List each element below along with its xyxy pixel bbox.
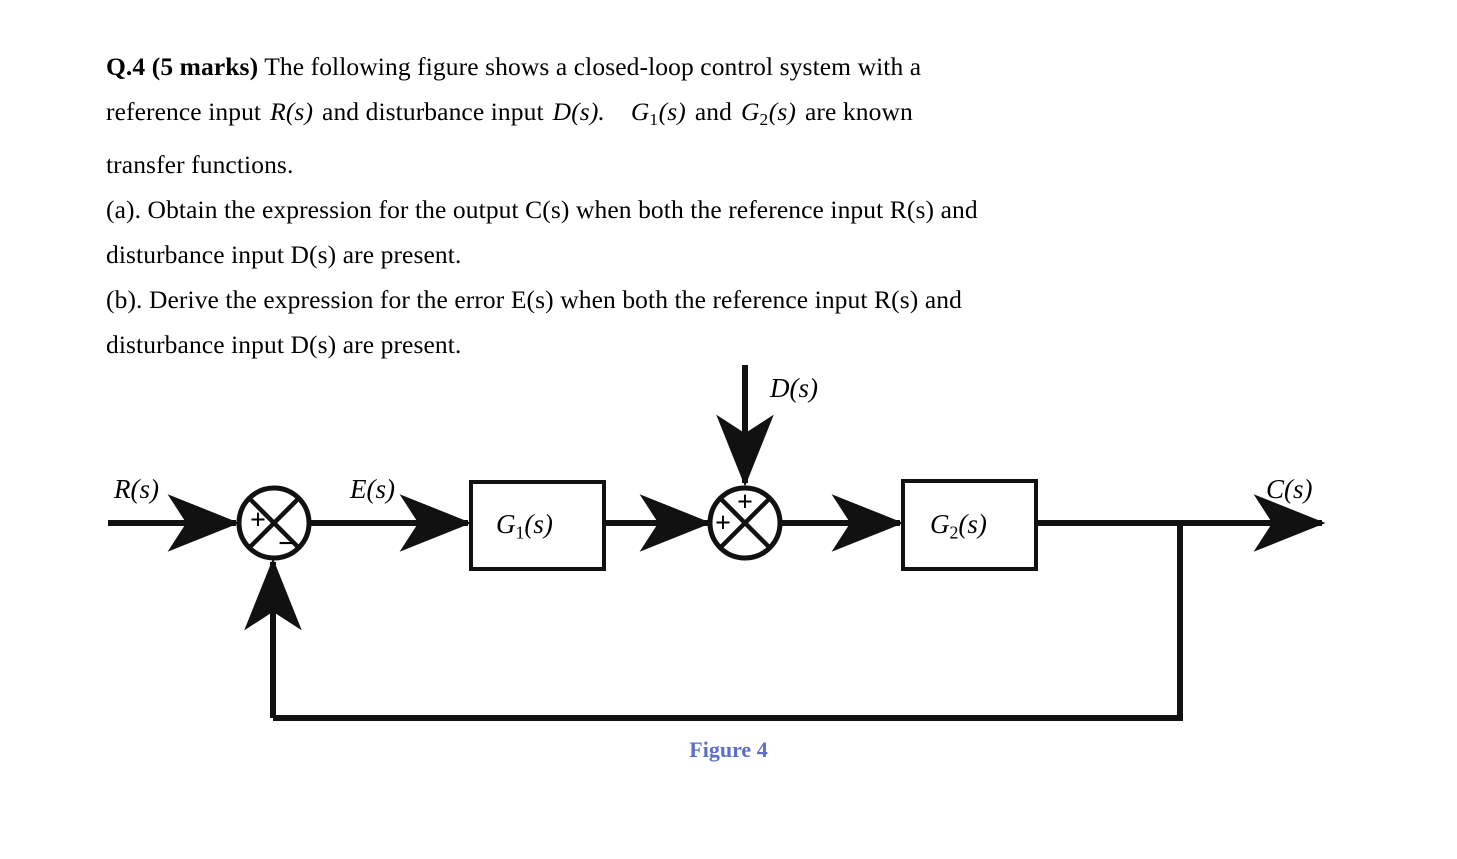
question-line-1: Q.4 (5 marks) The following figure shows…	[106, 44, 1336, 89]
reference-input-text: reference input	[106, 97, 262, 126]
figure-caption: Figure 4	[689, 737, 768, 762]
error-signal-label: E(s)	[350, 474, 396, 504]
symbol-r-of-s: R(s)	[270, 97, 314, 126]
output-label: C(s)	[1266, 474, 1313, 504]
disturbance-junction-left-plus-sign: +	[715, 508, 731, 539]
question-line-2: reference input R(s) and disturbance input…	[106, 89, 1336, 142]
question-text-block: Q.4 (5 marks) The following figure shows…	[106, 44, 1336, 367]
part-a-line-2: disturbance input D(s) are present.	[106, 239, 462, 269]
part-b-line-2: disturbance input D(s) are present.	[106, 329, 462, 359]
part-b-line-1: (b). Derive the expression for the error…	[106, 284, 962, 314]
block-g2-label: G2(s)	[930, 509, 987, 543]
disturbance-input-label: D(s)	[770, 373, 819, 403]
symbol-g1-of-s: G1(s)	[630, 97, 686, 129]
symbol-g2-of-s: G2(s)	[741, 97, 797, 129]
question-line-3: transfer functions.	[106, 149, 294, 179]
disturbance-junction-top-plus-sign: +	[737, 487, 753, 518]
disturbance-input-text: and disturbance input	[322, 97, 544, 126]
question-intro-line1: The following figure shows a closed-loop…	[264, 52, 922, 81]
question-heading: Q.4 (5 marks)	[106, 52, 259, 81]
block-g1-label: G1(s)	[496, 509, 553, 543]
symbol-d-of-s: D(s).	[552, 97, 605, 126]
error-junction-minus-sign: −	[278, 527, 296, 560]
known-text: are known	[805, 97, 913, 126]
part-a-line-1: (a). Obtain the expression for the outpu…	[106, 194, 978, 224]
error-junction-plus-sign: +	[250, 505, 266, 536]
reference-input-label: R(s)	[114, 474, 160, 504]
conjunction-and: and	[694, 97, 733, 126]
